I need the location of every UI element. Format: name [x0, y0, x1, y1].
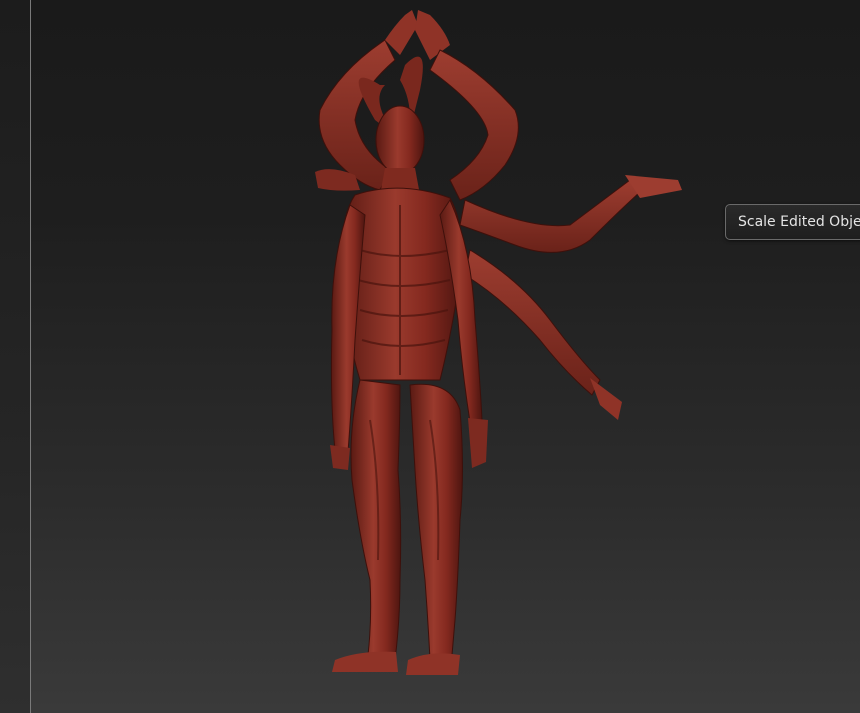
- 3d-viewport[interactable]: Scale Edited Obje: [0, 0, 860, 713]
- tooltip-text: Scale Edited Obje: [738, 214, 860, 230]
- sculpted-demon-model[interactable]: [300, 0, 700, 690]
- viewport-divider: [30, 0, 31, 713]
- left-tray: [0, 0, 30, 713]
- tooltip-scale-edited-object: Scale Edited Obje: [725, 204, 860, 240]
